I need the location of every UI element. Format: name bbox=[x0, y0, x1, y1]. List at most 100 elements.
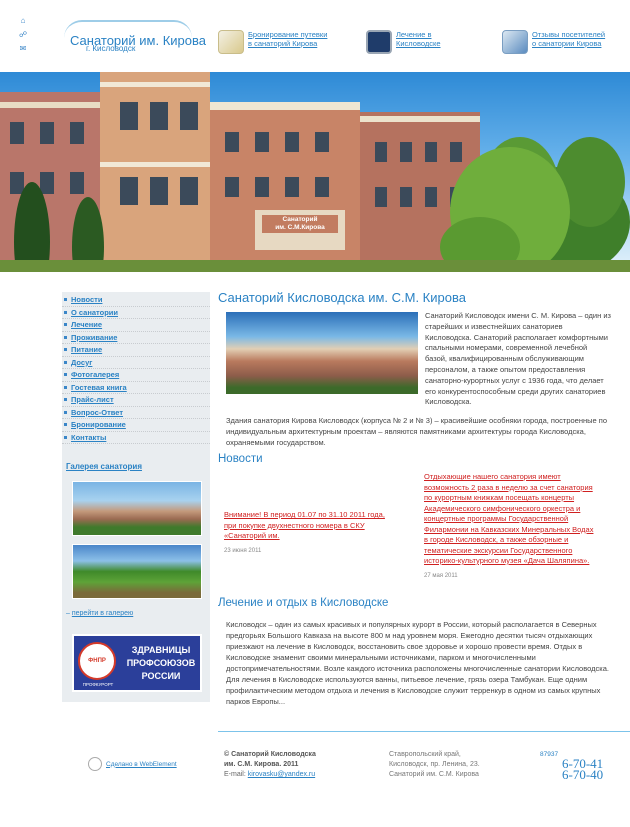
email-link[interactable]: kirovasku@yandex.ru bbox=[248, 771, 315, 778]
treatment-heading: Лечение и отдых в Кисловодске bbox=[218, 597, 389, 609]
sitemap-icon[interactable]: ☍ bbox=[19, 31, 27, 39]
sidebar-item-label[interactable]: Гостевая книга bbox=[71, 383, 127, 392]
header-link-booking[interactable]: Бронирование путевки в санаторий Кирова bbox=[218, 30, 336, 54]
sidebar-item-label[interactable]: Проживание bbox=[71, 333, 117, 342]
bullet-icon bbox=[64, 335, 67, 339]
news-item: Отдыхающие нашего санатория имеют возмож… bbox=[424, 472, 594, 579]
copyright-line1: © Санаторий Кисловодска bbox=[224, 751, 316, 758]
profkurort-logo-text: ФНПР bbox=[88, 658, 106, 664]
phone-area-code: 87937 bbox=[540, 751, 559, 758]
sidebar-item-contacts[interactable]: Контакты bbox=[62, 432, 210, 444]
sidebar-item-label[interactable]: Прайс-лист bbox=[71, 395, 114, 404]
sidebar-item-news[interactable]: Новости bbox=[62, 294, 210, 307]
bullet-icon bbox=[64, 398, 67, 401]
bullet-icon bbox=[64, 373, 67, 376]
sidebar-item-label[interactable]: О санатории bbox=[71, 308, 118, 317]
gallery-link[interactable]: – перейти в галерею bbox=[66, 610, 133, 617]
left-sidebar: Новости О санатории Лечение Проживание П… bbox=[62, 292, 210, 702]
sidebar-item-leisure[interactable]: Досуг bbox=[62, 357, 210, 369]
phone-number-2: 6-70-40 bbox=[562, 767, 604, 782]
mail-icon[interactable]: ✉ bbox=[19, 45, 27, 53]
sidebar-item-booking[interactable]: Бронирование bbox=[62, 419, 210, 432]
sidebar-item-label[interactable]: Фотогалерея bbox=[71, 370, 119, 379]
bullet-icon bbox=[64, 410, 67, 414]
bullet-icon bbox=[64, 348, 67, 351]
sidebar-item-guestbook[interactable]: Гостевая книга bbox=[62, 382, 210, 394]
sidebar-item-photogallery[interactable]: Фотогалерея bbox=[62, 369, 210, 382]
news-item-date: 23 июня 2011 bbox=[224, 547, 262, 554]
sidebar-item-label[interactable]: Досуг bbox=[71, 358, 92, 367]
profkurort-logo-icon: ФНПР bbox=[78, 642, 116, 680]
footer-copyright: © Санаторий Кисловодска им. С.М. Кирова.… bbox=[224, 750, 316, 780]
bullet-icon bbox=[64, 435, 67, 439]
sanatorium-photo bbox=[226, 312, 418, 394]
email-label: E-mail: bbox=[224, 771, 246, 778]
building-sign: Санаторий им. С.М.Кирова bbox=[263, 216, 337, 232]
main-content: Санаторий Кисловодска им. С.М. Кирова Са… bbox=[218, 290, 612, 706]
banner-ad-text: ЗДРАВНИЦЫ ПРОФСОЮЗОВ РОССИИ bbox=[126, 645, 196, 681]
gallery-link-text[interactable]: перейти в галерею bbox=[72, 610, 133, 617]
header-utility-icons: ⌂ ☍ ✉ bbox=[19, 17, 29, 59]
header-link-reviews[interactable]: Отзывы посетителей о санатории Кирова bbox=[502, 30, 620, 54]
header-link-treatment-line1[interactable]: Лечение в bbox=[396, 30, 484, 39]
sidebar-item-faq[interactable]: Вопрос-Ответ bbox=[62, 407, 210, 419]
made-by[interactable]: Сделано в WebElement bbox=[88, 757, 177, 771]
sidebar-item-about[interactable]: О санатории bbox=[62, 307, 210, 319]
header-link-treatment[interactable]: Лечение в Кисловодске bbox=[366, 30, 484, 54]
address-line3: Санаторий им. С.М. Кирова bbox=[389, 771, 479, 778]
footer-address: Ставропольский край, Кисловодск, пр. Лен… bbox=[389, 750, 480, 780]
trade-union-resorts-banner[interactable]: ФНПР ПРОФКУРОРТ ЗДРАВНИЦЫ ПРОФСОЮЗОВ РОС… bbox=[72, 634, 202, 692]
treatment-paragraph: Кисловодск – один из самых красивых и по… bbox=[226, 620, 609, 706]
gallery-photo-park[interactable] bbox=[72, 544, 202, 599]
header-link-treatment-line2[interactable]: Кисловодске bbox=[396, 39, 484, 48]
header-link-booking-line1[interactable]: Бронирование путевки bbox=[248, 30, 336, 39]
address-line2: Кисловодск, пр. Ленина, 23. bbox=[389, 761, 480, 768]
news-item-link[interactable]: Внимание! В период 01.07 по 31.10 2011 г… bbox=[224, 510, 388, 542]
profkurort-ring-text: ПРОФКУРОРТ bbox=[82, 682, 114, 687]
gallery-photo-building[interactable] bbox=[72, 481, 202, 536]
sidebar-item-label[interactable]: Вопрос-Ответ bbox=[71, 408, 123, 417]
bullet-icon bbox=[64, 298, 67, 301]
sidebar-item-treatment[interactable]: Лечение bbox=[62, 319, 210, 332]
buildings-paragraph: Здания санатория Кирова Кисловодск (корп… bbox=[226, 416, 608, 447]
news-item: Внимание! В период 01.07 по 31.10 2011 г… bbox=[224, 510, 388, 554]
news-item-link[interactable]: Отдыхающие нашего санатория имеют возмож… bbox=[424, 472, 594, 567]
webelement-logo-icon bbox=[88, 757, 102, 771]
header-banner-photo: Санаторий им. С.М.Кирова bbox=[0, 72, 630, 272]
sidebar-item-label[interactable]: Бронирование bbox=[71, 420, 126, 429]
sidebar-menu: Новости О санатории Лечение Проживание П… bbox=[62, 294, 210, 444]
footer-divider bbox=[218, 731, 630, 732]
sanatorium-building-illustration bbox=[0, 72, 630, 272]
header-link-reviews-line1[interactable]: Отзывы посетителей bbox=[532, 30, 620, 39]
news-heading: Новости bbox=[218, 453, 263, 465]
home-icon[interactable]: ⌂ bbox=[19, 17, 27, 25]
bullet-icon bbox=[64, 310, 67, 314]
made-by-link[interactable]: Сделано в WebElement bbox=[106, 761, 177, 768]
bullet-icon bbox=[64, 385, 67, 389]
gallery-title[interactable]: Галерея санатория bbox=[66, 462, 142, 471]
logo-subtitle: г. Кисловодск bbox=[86, 44, 136, 53]
site-header: ⌂ ☍ ✉ Санаторий им. Кирова г. Кисловодск… bbox=[0, 0, 630, 72]
header-link-reviews-line2[interactable]: о санатории Кирова bbox=[532, 39, 620, 48]
bullet-icon bbox=[64, 323, 67, 326]
sidebar-item-label[interactable]: Контакты bbox=[71, 433, 106, 442]
building-sign-line2: им. С.М.Кирова bbox=[275, 224, 325, 231]
reviews-icon bbox=[502, 30, 528, 54]
news-item-date: 27 мая 2011 bbox=[424, 572, 458, 579]
sidebar-item-pricelist[interactable]: Прайс-лист bbox=[62, 394, 210, 407]
bullet-icon bbox=[64, 423, 67, 426]
monitor-icon bbox=[366, 30, 392, 54]
page-title: Санаторий Кисловодска им. С.М. Кирова bbox=[218, 290, 466, 305]
sidebar-item-label[interactable]: Питание bbox=[71, 345, 102, 354]
sidebar-item-label[interactable]: Лечение bbox=[71, 320, 102, 329]
sidebar-item-food[interactable]: Питание bbox=[62, 344, 210, 357]
copyright-line2: им. С.М. Кирова. 2011 bbox=[224, 761, 299, 768]
sidebar-item-accommodation[interactable]: Проживание bbox=[62, 332, 210, 344]
bullet-icon bbox=[64, 360, 67, 364]
intro-paragraph: Санаторий Кисловодск имени С. М. Кирова … bbox=[425, 311, 611, 407]
building-sign-line1: Санаторий bbox=[282, 216, 318, 223]
address-line1: Ставропольский край, bbox=[389, 751, 461, 758]
voucher-icon bbox=[218, 30, 244, 54]
sidebar-item-label[interactable]: Новости bbox=[71, 295, 102, 304]
header-link-booking-line2[interactable]: в санаторий Кирова bbox=[248, 39, 336, 48]
